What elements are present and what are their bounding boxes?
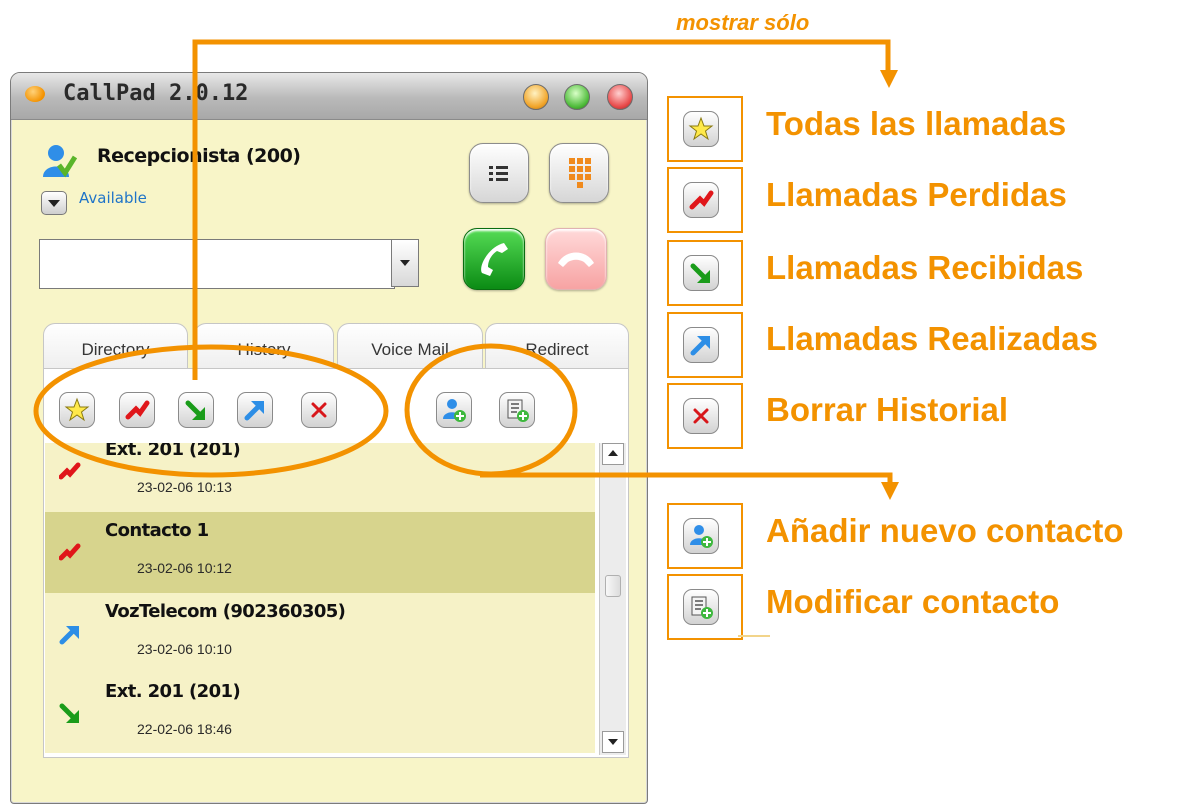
legend-label-delete: Borrar Historial (766, 391, 1009, 428)
legend-all-button (683, 111, 719, 147)
delete-history-button[interactable] (301, 392, 337, 428)
legend-edit-contact-button (683, 589, 719, 625)
filter-received-button[interactable] (178, 392, 214, 428)
legend-label-missed: Llamadas Perdidas (766, 176, 1067, 213)
app-logo-icon (25, 86, 45, 102)
legend-box-outgoing (667, 312, 743, 378)
call-date: 23-02-06 10:13 (137, 479, 232, 495)
legend-missed-button (683, 182, 719, 218)
contact-name: VozTelecom (902360305) (105, 601, 346, 622)
filter-missed-button[interactable] (119, 392, 155, 428)
missed-call-icon (59, 462, 81, 480)
legend-box-edit-contact (667, 574, 743, 640)
list-view-button[interactable] (469, 143, 529, 203)
tab-history[interactable]: History (194, 323, 334, 370)
legend-box-delete (667, 383, 743, 449)
legend-box-add-contact (667, 503, 743, 569)
outgoing-call-icon (59, 626, 79, 645)
dialpad-button[interactable] (549, 143, 609, 203)
tab-voice-mail[interactable]: Voice Mail (337, 323, 483, 370)
contact-name: Ext. 201 (201) (105, 681, 241, 702)
legend-label-add-contact: Añadir nuevo contacto (766, 512, 1124, 549)
legend-box-missed (667, 167, 743, 233)
history-list[interactable]: Ext. 201 (201) 23-02-06 10:13 Contacto 1… (45, 443, 595, 753)
add-contact-icon (443, 399, 466, 422)
status-dropdown-button[interactable] (41, 191, 67, 215)
received-call-icon (59, 703, 79, 723)
history-row[interactable]: Ext. 201 (201) 23-02-06 10:13 (45, 443, 595, 512)
star-icon (64, 397, 90, 422)
missed-call-icon (125, 400, 150, 420)
user-name: Recepcionista (200) (97, 145, 301, 167)
legend-box-received (667, 240, 743, 306)
missed-call-icon (689, 190, 714, 210)
title-bar[interactable]: CallPad 2.0.12 (11, 73, 647, 120)
history-row[interactable]: VozTelecom (902360305) 23-02-06 10:10 (45, 593, 595, 674)
legend-label-all: Todas las llamadas (766, 105, 1067, 142)
close-button[interactable] (607, 84, 633, 110)
add-contact-icon (690, 525, 713, 548)
filter-all-button[interactable] (59, 392, 95, 428)
phone-hangup-icon (558, 252, 594, 267)
legend-label-outgoing: Llamadas Realizadas (766, 320, 1098, 357)
tab-redirect[interactable]: Redirect (485, 323, 629, 370)
outgoing-call-icon (244, 401, 264, 421)
status-text[interactable]: Available (79, 189, 147, 207)
history-row[interactable]: Ext. 201 (201) 22-02-06 18:46 (45, 673, 595, 753)
legend-outgoing-button (683, 327, 719, 363)
maximize-button[interactable] (564, 84, 590, 110)
edit-contact-icon (691, 596, 713, 619)
annotation-title: mostrar sólo (676, 10, 810, 35)
minimize-button[interactable] (523, 84, 549, 110)
user-icon (43, 145, 77, 178)
call-date: 23-02-06 10:12 (137, 560, 232, 576)
contact-name: Contacto 1 (105, 520, 209, 541)
dialpad-icon (569, 158, 591, 188)
window-title: CallPad 2.0.12 (63, 81, 249, 106)
received-call-icon (185, 400, 205, 420)
received-call-icon (690, 263, 710, 283)
scroll-down-button[interactable] (602, 731, 624, 753)
edit-contact-icon (507, 399, 529, 422)
tab-directory[interactable]: Directory (43, 323, 188, 370)
contact-name: Ext. 201 (201) (105, 443, 241, 460)
delete-icon (693, 408, 709, 424)
edit-contact-button[interactable] (499, 392, 535, 428)
legend-received-button (683, 255, 719, 291)
call-date: 23-02-06 10:10 (137, 641, 232, 657)
star-icon (688, 116, 714, 141)
dial-history-dropdown[interactable] (391, 239, 419, 287)
callpad-window: CallPad 2.0.12 Recepcionista (200) Avail… (10, 72, 648, 804)
outgoing-call-icon (690, 336, 710, 356)
delete-icon (311, 402, 327, 418)
legend-box-all (667, 96, 743, 162)
history-scrollbar[interactable] (599, 443, 626, 755)
add-contact-button[interactable] (436, 392, 472, 428)
legend-label-edit-contact: Modificar contacto (766, 583, 1060, 620)
missed-call-icon (59, 543, 81, 561)
scroll-up-button[interactable] (602, 443, 624, 465)
call-button[interactable] (463, 228, 525, 290)
filter-outgoing-button[interactable] (237, 392, 273, 428)
call-date: 22-02-06 18:46 (137, 721, 232, 737)
legend-add-contact-button (683, 518, 719, 554)
scroll-thumb[interactable] (605, 575, 621, 597)
phone-call-icon (481, 243, 508, 276)
dial-number-input[interactable] (39, 239, 395, 289)
history-row-selected[interactable]: Contacto 1 23-02-06 10:12 (45, 512, 595, 593)
hangup-button[interactable] (545, 228, 607, 290)
list-icon (489, 166, 508, 181)
legend-delete-button (683, 398, 719, 434)
legend-label-received: Llamadas Recibidas (766, 249, 1084, 286)
